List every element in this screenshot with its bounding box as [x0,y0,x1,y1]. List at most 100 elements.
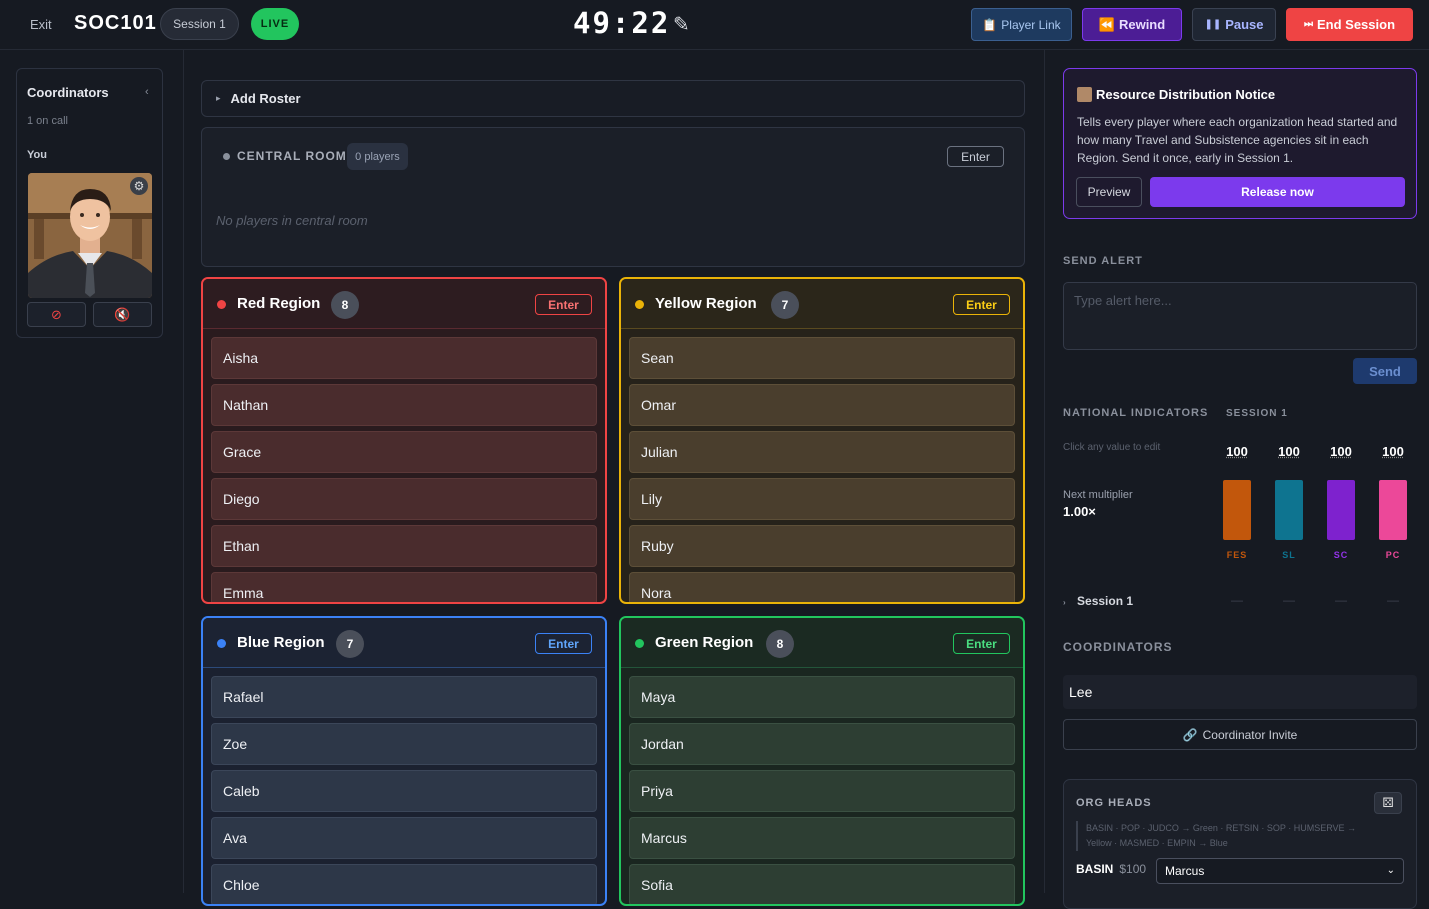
player-list: Sean Omar Julian Lily Ruby Nora [629,337,1015,602]
player-card[interactable]: Caleb [211,770,597,812]
player-card[interactable]: Ethan [211,525,597,567]
player-card[interactable]: Zoe [211,723,597,765]
indicator-value[interactable]: 100 [1221,444,1253,459]
right-divider [1044,50,1045,893]
player-card[interactable]: Diego [211,478,597,520]
no-video-icon: ⊘ [51,306,62,322]
chevron-right-icon: ▸ [216,93,221,103]
pause-button[interactable]: ❚❚ Pause [1192,8,1276,41]
player-card[interactable]: Omar [629,384,1015,426]
mute-button[interactable]: 🔇 [93,302,152,327]
region-yellow: Yellow Region 7 Enter Sean Omar Julian L… [619,277,1025,604]
player-card[interactable]: Maya [629,676,1015,718]
dice-icon[interactable]: ⚄ [1374,792,1402,814]
region-enter-button[interactable]: Enter [953,294,1010,315]
indicator-value[interactable]: 100 [1325,444,1357,459]
left-divider [183,50,184,893]
player-card[interactable]: Aisha [211,337,597,379]
session-history-label: Session 1 [1077,594,1134,608]
region-dot [635,300,644,309]
org-heads-card: ORG HEADS ⚄ BASIN · POP · JUDCO → Green … [1063,779,1417,909]
region-name: Green Region [655,634,754,651]
indicator-bar-pc [1379,480,1407,540]
next-multiplier-value: 1.00× [1063,504,1096,519]
gear-icon[interactable]: ⚙ [130,177,148,195]
chevron-right-icon: › [1063,598,1066,607]
central-room-empty-text: No players in central room [216,213,368,228]
player-link-button[interactable]: 📋 Player Link [971,8,1072,41]
player-card[interactable]: Lily [629,478,1015,520]
player-list: Aisha Nathan Grace Diego Ethan Emma [211,337,597,602]
course-title: SOC101 [74,12,157,34]
indicator-value[interactable]: 100 [1273,444,1305,459]
notice-body: Tells every player where each organizati… [1077,115,1398,165]
region-dot [217,639,226,648]
indicators-session: SESSION 1 [1226,408,1288,419]
end-session-label: End Session [1316,17,1396,32]
indicator-bar-sc [1327,480,1355,540]
player-card[interactable]: Nathan [211,384,597,426]
region-blue: Blue Region 7 Enter Rafael Zoe Caleb Ava… [201,616,607,906]
player-card[interactable]: Ava [211,817,597,859]
chevron-left-icon[interactable]: ‹ [145,86,149,98]
session-history-toggle[interactable]: › Session 1 [1063,594,1133,608]
player-card[interactable]: Julian [629,431,1015,473]
player-card[interactable]: Marcus [629,817,1015,859]
player-card[interactable]: Nora [629,572,1015,602]
pause-icon: ❚❚ [1204,19,1222,30]
region-count: 7 [771,291,799,319]
player-card[interactable]: Ruby [629,525,1015,567]
player-card[interactable]: Grace [211,431,597,473]
player-card[interactable]: Rafael [211,676,597,718]
org-head-selected: Marcus [1165,864,1205,878]
region-name: Yellow Region [655,295,757,312]
send-alert-button[interactable]: Send [1353,358,1417,384]
coordinator-invite-label: Coordinator Invite [1202,727,1298,742]
next-multiplier-label: Next multiplier [1063,489,1133,501]
history-dash: — [1283,593,1295,607]
org-mapping-line: BASIN · POP · JUDCO → Green · RETSIN · S… [1086,823,1357,833]
central-room-enter-button[interactable]: Enter [947,146,1004,167]
player-card[interactable]: Emma [211,572,597,602]
preview-button[interactable]: Preview [1076,177,1142,207]
end-session-button[interactable]: ⏭ End Session [1286,8,1413,41]
org-heads-mapping: BASIN · POP · JUDCO → Green · RETSIN · S… [1076,821,1406,851]
player-card[interactable]: Sean [629,337,1015,379]
indicators-hint: Click any value to edit [1063,442,1161,453]
region-count: 8 [766,630,794,658]
player-list: Rafael Zoe Caleb Ava Chloe [211,676,597,904]
region-count: 7 [336,630,364,658]
live-badge: LIVE [251,8,299,40]
region-name: Blue Region [237,634,325,651]
region-red: Red Region 8 Enter Aisha Nathan Grace Di… [201,277,607,604]
coordinator-invite-button[interactable]: 🔗 Coordinator Invite [1063,719,1417,750]
camera-off-button[interactable]: ⊘ [27,302,86,327]
alert-input[interactable] [1063,282,1417,350]
pencil-icon[interactable]: ✎ [673,12,690,37]
player-card[interactable]: Chloe [211,864,597,904]
org-heads-title: ORG HEADS [1076,797,1152,809]
indicator-label: PC [1385,550,1401,560]
exit-button[interactable]: Exit [30,17,52,32]
top-bar: Exit SOC101 Session 1 LIVE 49:22 ✎ 📋 Pla… [0,0,1429,50]
indicator-label: SC [1333,550,1349,560]
region-header: Yellow Region 7 Enter [621,279,1023,329]
add-roster-label: Add Roster [230,91,301,106]
release-now-button[interactable]: Release now [1150,177,1405,207]
player-card[interactable]: Priya [629,770,1015,812]
rewind-button[interactable]: ⏪ Rewind [1082,8,1182,41]
chevron-down-icon: ⌄ [1386,865,1395,876]
region-enter-button[interactable]: Enter [535,294,592,315]
region-enter-button[interactable]: Enter [953,633,1010,654]
add-roster-toggle[interactable]: ▸ Add Roster [201,80,1025,117]
session-pill[interactable]: Session 1 [160,8,239,40]
indicator-bar-sl [1275,480,1303,540]
org-head-select[interactable]: Marcus ⌄ [1156,858,1404,884]
region-header: Green Region 8 Enter [621,618,1023,668]
region-dot [635,639,644,648]
region-enter-button[interactable]: Enter [535,633,592,654]
player-card[interactable]: Jordan [629,723,1015,765]
player-card[interactable]: Sofia [629,864,1015,904]
central-room-dot [223,153,230,160]
indicator-value[interactable]: 100 [1377,444,1409,459]
